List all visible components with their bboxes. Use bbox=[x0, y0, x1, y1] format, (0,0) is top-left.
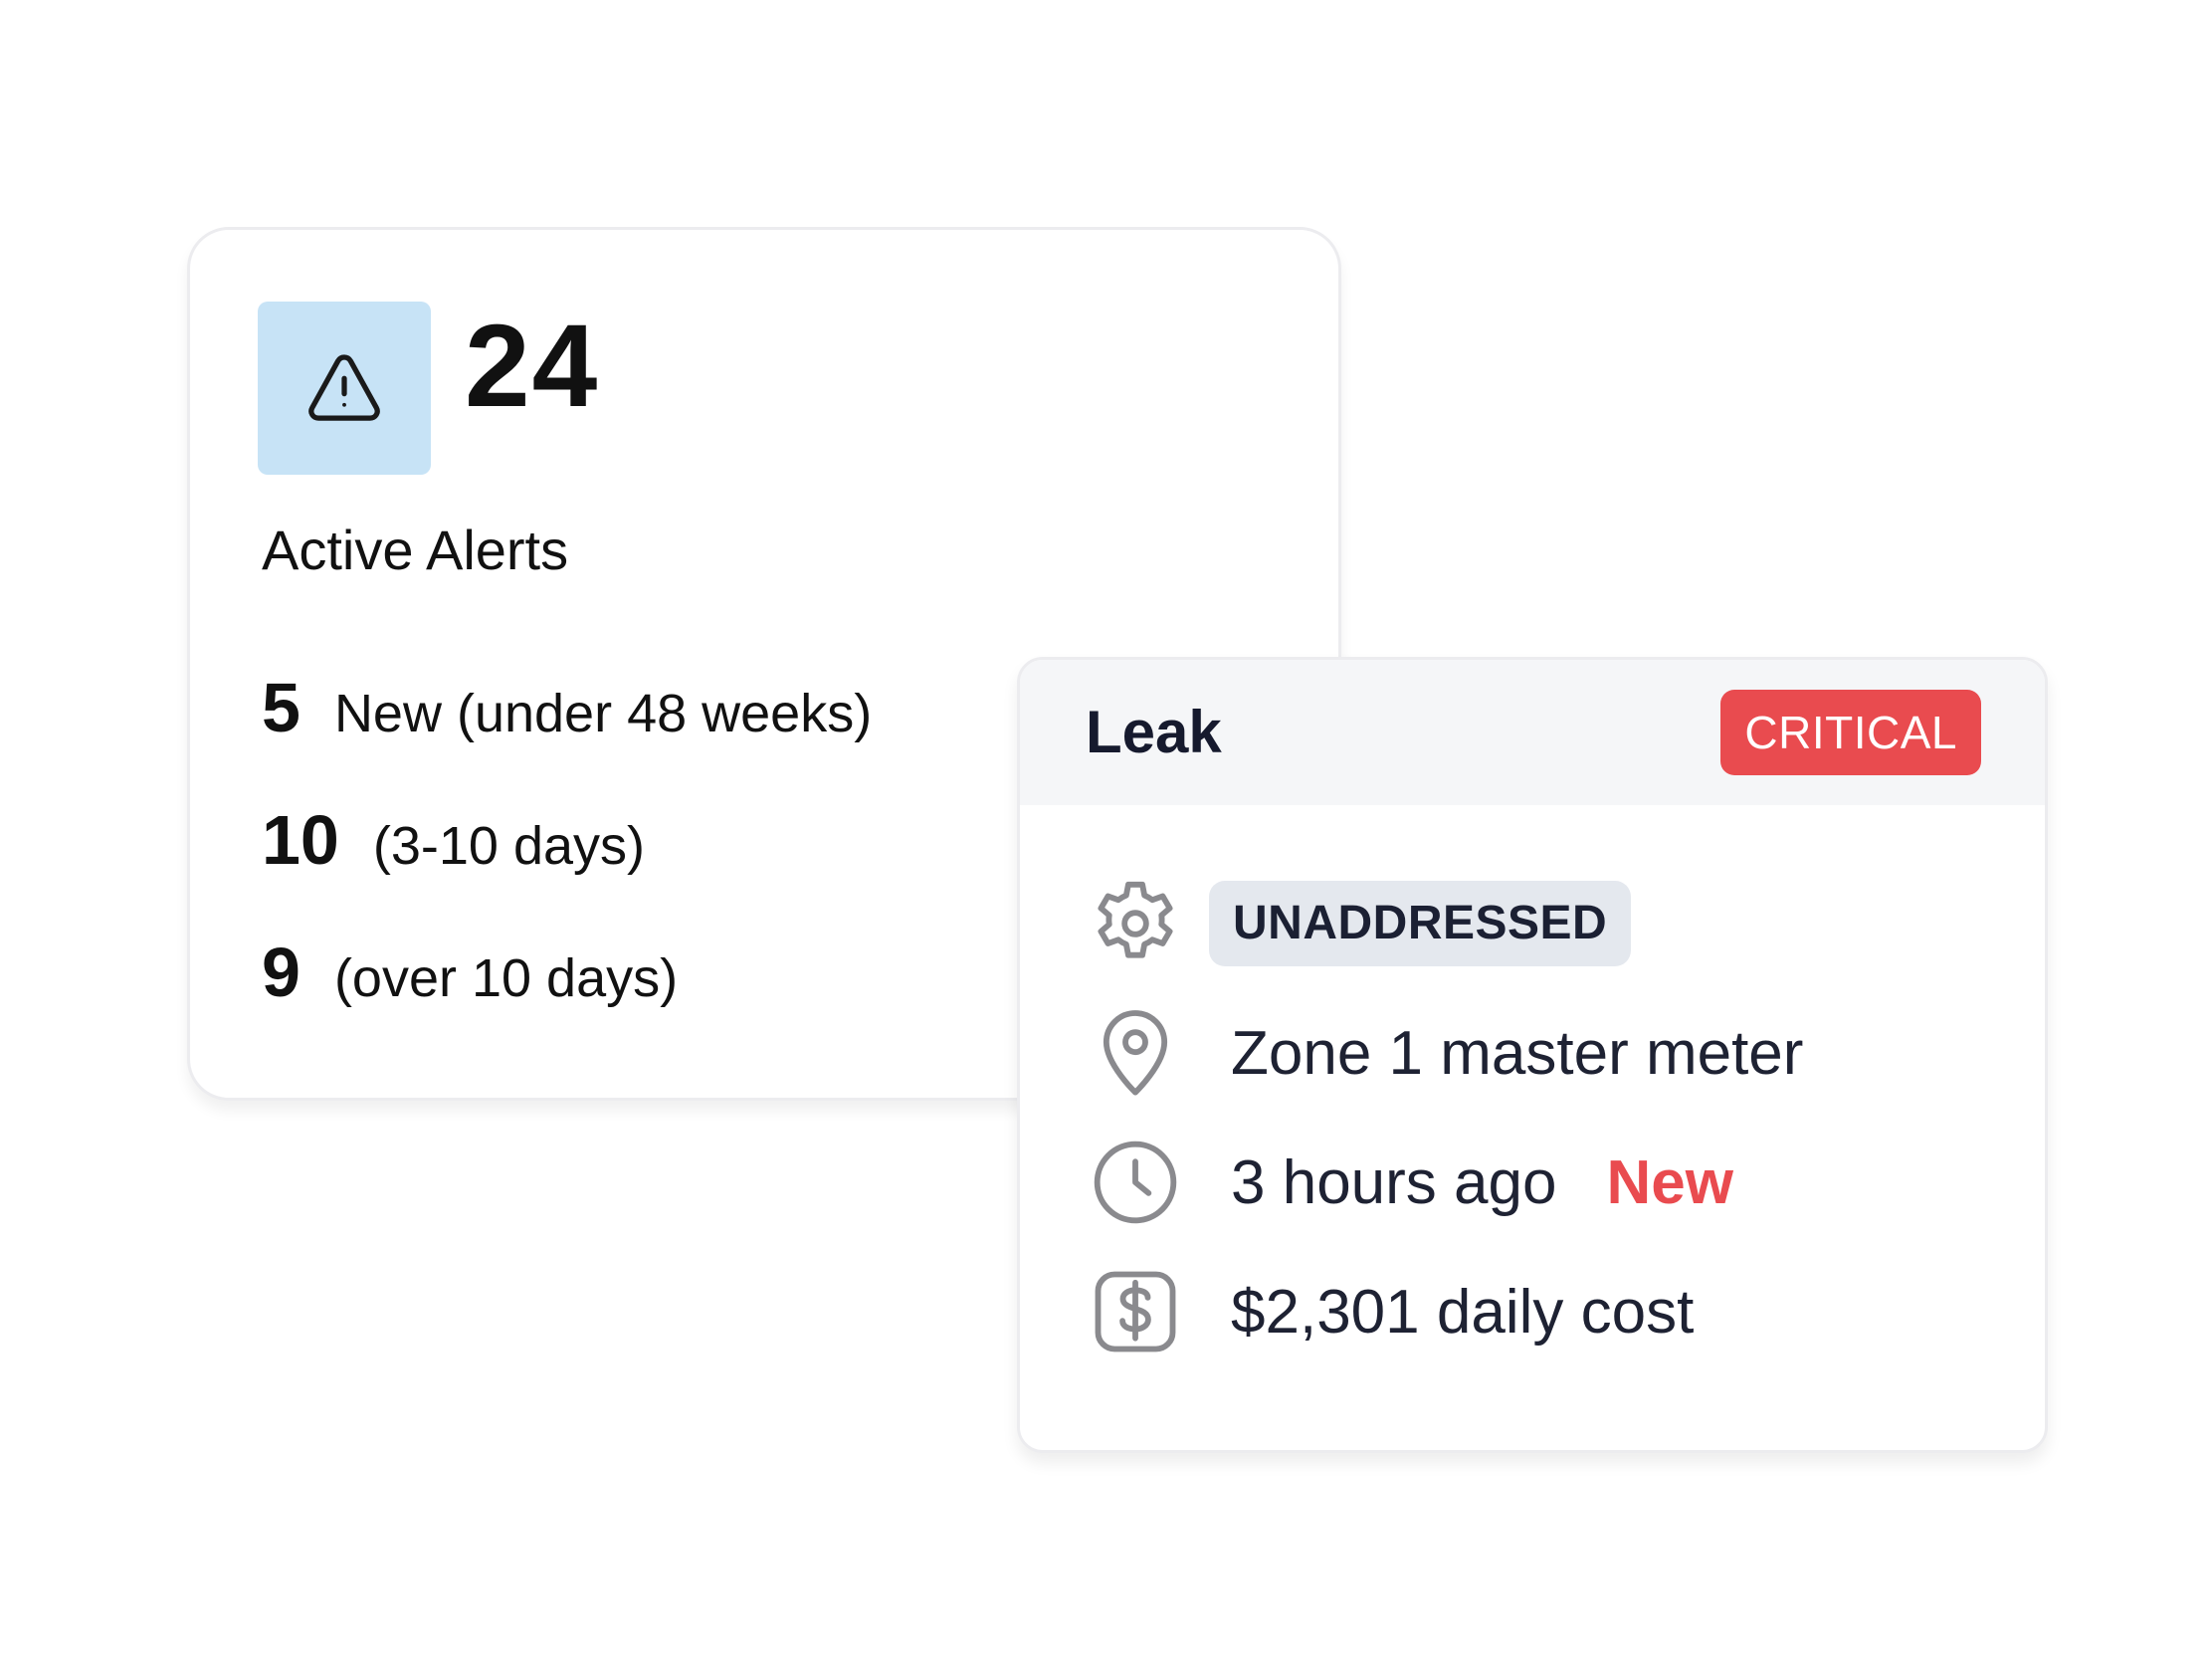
location-pin-icon bbox=[1086, 1003, 1185, 1103]
new-tag: New bbox=[1606, 1147, 1733, 1217]
active-alerts-title: Active Alerts bbox=[262, 519, 569, 581]
cost-text: $2,301 daily cost bbox=[1231, 1277, 1695, 1347]
cost-row: $2,301 daily cost bbox=[1086, 1257, 1694, 1366]
alerts-row-count: 9 bbox=[262, 934, 301, 1011]
clock-icon bbox=[1086, 1133, 1185, 1232]
alerts-row-count: 5 bbox=[262, 669, 301, 746]
alerts-row-count: 10 bbox=[262, 801, 339, 879]
alerts-row-over-10-days[interactable]: 9 (over 10 days) bbox=[262, 933, 872, 1065]
status-row: UNADDRESSED bbox=[1086, 869, 1632, 978]
alerts-breakdown-list: 5 New (under 48 weeks) 10 (3-10 days) 9 … bbox=[262, 668, 872, 1065]
leak-alert-card[interactable]: Leak CRITICAL UNADDRESSED Zone 1 master … bbox=[1017, 657, 2048, 1453]
time-row: 3 hours ago New bbox=[1086, 1128, 1733, 1237]
time-text: 3 hours ago bbox=[1231, 1147, 1557, 1217]
alerts-row-3-10-days[interactable]: 10 (3-10 days) bbox=[262, 800, 872, 933]
location-text: Zone 1 master meter bbox=[1231, 1018, 1804, 1088]
dollar-icon bbox=[1086, 1262, 1185, 1361]
warning-icon-box bbox=[258, 302, 431, 475]
active-alerts-count: 24 bbox=[465, 301, 600, 432]
alerts-row-label: (3-10 days) bbox=[372, 816, 645, 876]
alert-type-title: Leak bbox=[1086, 699, 1222, 765]
alerts-row-label: (over 10 days) bbox=[333, 948, 679, 1008]
gear-icon bbox=[1086, 874, 1185, 973]
alerts-row-new[interactable]: 5 New (under 48 weeks) bbox=[262, 668, 872, 800]
alerts-row-label: New (under 48 weeks) bbox=[333, 684, 873, 743]
location-row: Zone 1 master meter bbox=[1086, 998, 1803, 1108]
status-badge: UNADDRESSED bbox=[1209, 881, 1632, 966]
leak-card-header: Leak CRITICAL bbox=[1020, 660, 2045, 805]
severity-badge: CRITICAL bbox=[1720, 690, 1981, 775]
warning-triangle-icon bbox=[308, 354, 380, 421]
